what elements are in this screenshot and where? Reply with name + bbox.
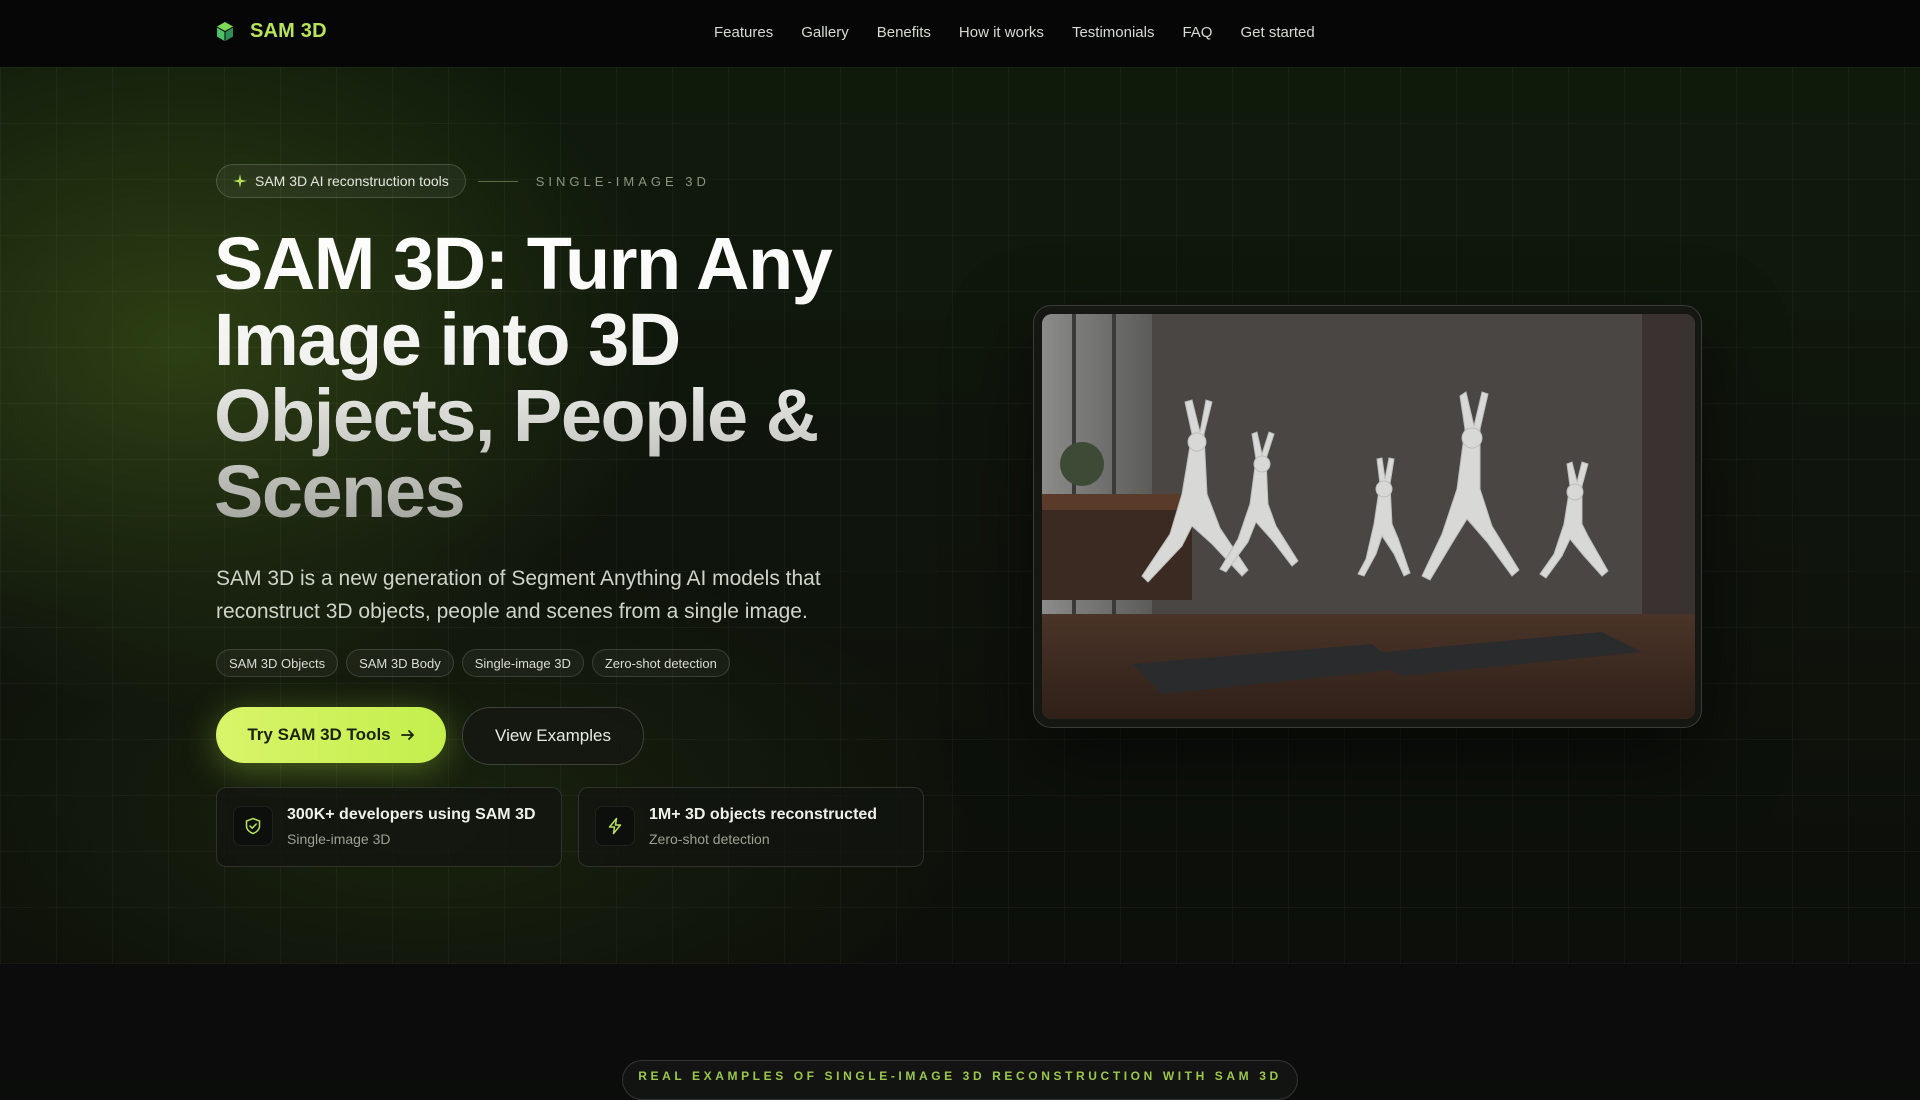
chip-sam-3d-body: SAM 3D Body — [346, 649, 454, 677]
hero-tagline: SINGLE-IMAGE 3D — [535, 173, 710, 189]
main-nav: Features Gallery Benefits How it works T… — [714, 24, 1315, 41]
hero-eyebrow: SAM 3D AI reconstruction tools SINGLE-IM… — [216, 164, 710, 198]
shield-check-icon — [233, 806, 273, 846]
nav-link-how-it-works[interactable]: How it works — [959, 24, 1044, 41]
hero-badge-label: SAM 3D AI reconstruction tools — [255, 173, 449, 189]
hero-3d-render-image — [1042, 314, 1695, 719]
nav-link-benefits[interactable]: Benefits — [877, 24, 931, 41]
view-examples-button[interactable]: View Examples — [462, 707, 644, 765]
nav-link-get-started[interactable]: Get started — [1240, 24, 1314, 41]
chip-sam-3d-objects: SAM 3D Objects — [216, 649, 339, 677]
stat-card-objects: 1M+ 3D objects reconstructed Zero-shot d… — [578, 787, 924, 867]
feature-chips: SAM 3D Objects SAM 3D Body Single-image … — [216, 649, 730, 677]
arrow-right-icon — [400, 730, 414, 740]
brand-logo[interactable]: SAM 3D — [214, 20, 327, 43]
stat-title-objects: 1M+ 3D objects reconstructed — [649, 806, 878, 823]
examples-section-badge: REAL EXAMPLES OF SINGLE-IMAGE 3D RECONST… — [622, 1060, 1298, 1100]
hero-title-line-2: Image into 3D — [214, 298, 680, 381]
hero-title-line-4: Scenes — [214, 450, 465, 533]
nav-link-gallery[interactable]: Gallery — [801, 24, 849, 41]
stat-subtitle-objects: Zero-shot detection — [649, 831, 770, 847]
nav-link-testimonials[interactable]: Testimonials — [1072, 24, 1155, 41]
stat-card-developers: 300K+ developers using SAM 3D Single-ima… — [216, 787, 562, 867]
try-tools-label: Try SAM 3D Tools — [247, 725, 391, 744]
cta-row: Try SAM 3D Tools View Examples — [216, 707, 644, 765]
sparkle-icon — [233, 174, 247, 188]
brand-name: SAM 3D — [250, 20, 327, 42]
hero-badge: SAM 3D AI reconstruction tools — [216, 164, 466, 198]
view-examples-label: View Examples — [495, 726, 611, 745]
hero-title: SAM 3D: Turn Any Image into 3D Objects, … — [214, 226, 974, 530]
top-navbar: SAM 3D Features Gallery Benefits How it … — [0, 0, 1920, 67]
eyebrow-divider — [477, 180, 518, 182]
hero-title-line-1: SAM 3D: Turn Any — [214, 222, 832, 305]
lightning-icon — [595, 806, 635, 846]
cube-logo-icon — [217, 21, 233, 41]
stat-title-developers: 300K+ developers using SAM 3D — [287, 806, 536, 823]
chip-single-image-3d: Single-image 3D — [461, 649, 584, 677]
hero-title-line-3: Objects, People & — [214, 374, 818, 457]
hero-subtitle: SAM 3D is a new generation of Segment An… — [216, 567, 821, 623]
try-tools-button[interactable]: Try SAM 3D Tools — [216, 707, 446, 763]
nav-link-features[interactable]: Features — [714, 24, 773, 41]
nav-link-faq[interactable]: FAQ — [1182, 24, 1212, 41]
hero-media-frame — [1033, 305, 1702, 728]
stat-subtitle-developers: Single-image 3D — [287, 831, 391, 847]
stats-row: 300K+ developers using SAM 3D Single-ima… — [216, 787, 924, 867]
chip-zero-shot-detection: Zero-shot detection — [591, 649, 730, 677]
